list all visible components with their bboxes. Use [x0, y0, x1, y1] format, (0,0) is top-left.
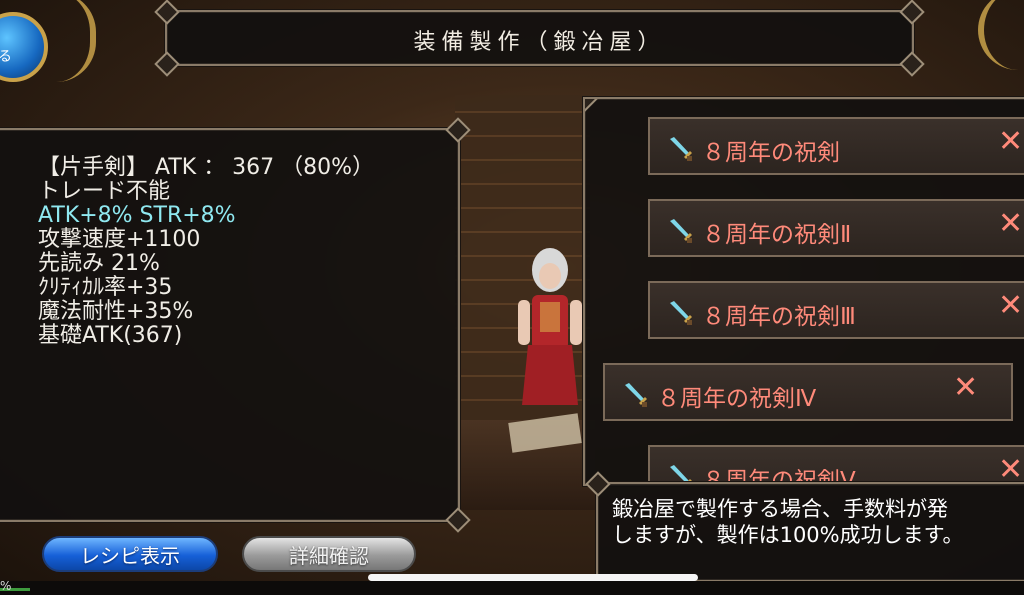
item-stats: 【片手剣】 ATK ： 367 （80%） トレード不能 ATK+8% STR+… — [38, 156, 374, 348]
recipe-item[interactable]: ８周年の祝剣Ⅱ ✕ — [648, 199, 1024, 257]
stat-critical: ｸﾘﾃｨｶﾙ率+35 — [38, 275, 173, 300]
close-icon[interactable]: ✕ — [998, 291, 1023, 321]
description-text: 鍛冶屋で製作する場合、手数料が発 しますが、製作は100%成功します。 — [612, 496, 964, 548]
stat-weapon-type: 【片手剣】 ATK ： 367 （80%） — [38, 155, 375, 180]
description-panel: 鍛冶屋で製作する場合、手数料が発 しますが、製作は100%成功します。 — [585, 471, 1024, 582]
sword-icon — [670, 137, 692, 161]
recipe-item[interactable]: ８周年の祝剣Ⅴ ✕ — [648, 445, 1024, 485]
close-icon[interactable]: ✕ — [998, 455, 1023, 485]
blacksmith-character — [518, 248, 582, 405]
title-bar: 装備製作（鍛冶屋） — [154, 0, 925, 77]
menu-orb-label: る — [0, 49, 12, 65]
description-line: しますが、製作は100%成功します。 — [612, 523, 964, 547]
stat-magic-resist: 魔法耐性+35% — [38, 299, 194, 324]
stat-trade: トレード不能 — [38, 179, 171, 204]
recipe-item[interactable]: ８周年の祝剣 ✕ — [648, 117, 1024, 175]
bottom-bar — [0, 581, 1024, 595]
sword-icon — [625, 383, 647, 407]
progress-percent: % — [0, 579, 12, 593]
stat-attack-speed: 攻撃速度+1100 — [38, 227, 201, 252]
recipe-item-label: ８周年の祝剣Ⅳ — [657, 386, 817, 412]
sword-icon — [670, 301, 692, 325]
recipe-item-selected[interactable]: ８周年の祝剣Ⅳ ✕ — [603, 363, 1013, 421]
home-indicator[interactable] — [368, 574, 698, 581]
recipe-item-label: ８周年の祝剣Ⅱ — [702, 222, 852, 248]
close-icon[interactable]: ✕ — [953, 373, 978, 403]
recipe-item-label: ８周年の祝剣Ⅲ — [702, 304, 856, 330]
page-title: 装備製作（鍛冶屋） — [413, 30, 666, 55]
close-icon[interactable]: ✕ — [998, 209, 1023, 239]
description-line: 鍛冶屋で製作する場合、手数料が発 — [612, 497, 948, 521]
recipe-item-label: ８周年の祝剣 — [702, 140, 840, 166]
recipe-list-panel[interactable]: ８周年の祝剣 ✕ ８周年の祝剣Ⅱ ✕ ８周年の祝剣Ⅲ ✕ ８周年の祝剣Ⅳ ✕ ８… — [583, 97, 1024, 486]
recipe-item[interactable]: ８周年の祝剣Ⅲ ✕ — [648, 281, 1024, 339]
stat-base-atk: 基礎ATK(367) — [38, 323, 183, 348]
sword-icon — [670, 219, 692, 243]
stat-foresight: 先読み 21% — [38, 251, 160, 276]
stat-bonus: ATK+8% STR+8% — [38, 203, 236, 228]
item-info-panel: 【片手剣】 ATK ： 367 （80%） トレード不能 ATK+8% STR+… — [0, 117, 471, 533]
detail-button[interactable]: 詳細確認 — [242, 536, 416, 572]
corner-ornament — [585, 99, 598, 112]
recipe-view-button[interactable]: レシピ表示 — [42, 536, 218, 572]
close-icon[interactable]: ✕ — [998, 127, 1023, 157]
